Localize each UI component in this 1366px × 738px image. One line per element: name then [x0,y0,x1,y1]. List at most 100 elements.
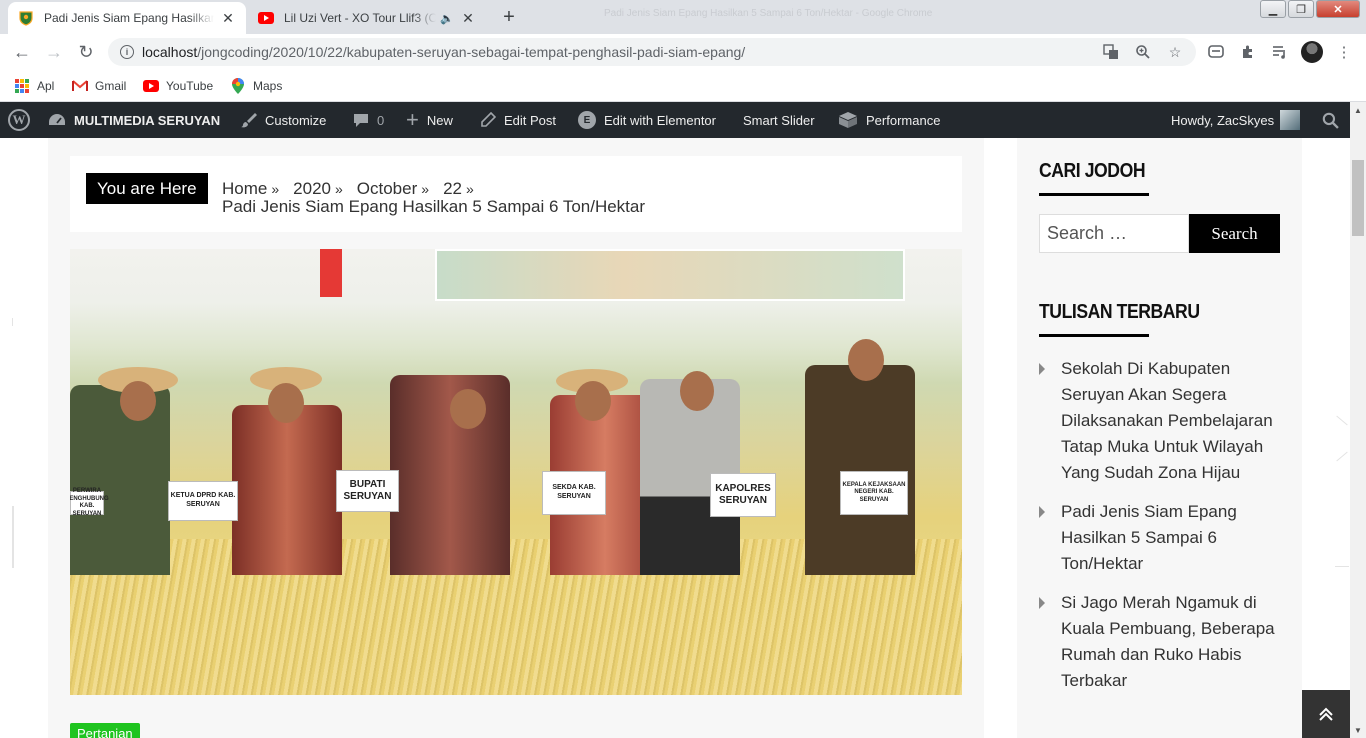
performance-label: Performance [866,112,941,128]
breadcrumb: You are Here Home» 2020» October» 22» Padi … [70,156,962,232]
zoom-icon[interactable] [1134,43,1152,61]
double-chevron-icon: » [421,181,430,197]
bookmark-youtube[interactable]: YouTube [143,76,213,96]
person-head [575,381,611,421]
kebab-menu-icon[interactable]: ⋮ [1334,42,1354,62]
person-batik-1 [232,405,342,575]
page-scrollbar[interactable]: ▲ ▼ [1350,102,1366,738]
my-account-menu[interactable]: Howdy, ZacSkyes [1171,102,1301,138]
window-title: Padi Jenis Siam Epang Hasilkan 5 Sampai … [604,8,933,19]
breadcrumb-month[interactable]: October» [357,179,429,198]
new-content-menu[interactable]: + New [406,102,453,138]
tab-inactive[interactable]: Lil Uzi Vert - XO Tour Llif3 (Official M… [248,2,486,34]
info-icon[interactable]: i [120,45,134,59]
caret-right-icon [1039,597,1045,609]
wordpress-icon: W [8,109,30,131]
media-queue-icon[interactable] [1270,42,1290,62]
bookmark-gmail[interactable]: Gmail [72,76,126,96]
maps-pin-icon [230,78,246,94]
person-prosecutor [805,365,915,575]
back-to-top-button[interactable] [1302,690,1350,738]
youtube-icon [143,78,159,94]
comment-bubble-icon [353,112,369,128]
bookmark-apps[interactable]: Apl [14,76,54,96]
post-link[interactable]: Sekolah Di Kabupaten Seruyan Akan Segera… [1061,359,1273,482]
puzzle-icon[interactable] [1238,42,1258,62]
new-tab-button[interactable]: + [495,5,523,29]
star-icon[interactable]: ☆ [1166,43,1184,61]
howdy-label: Howdy, ZacSkyes [1171,112,1275,128]
breadcrumb-label: You are Here [86,173,208,204]
maximize-button[interactable]: ❐ [1288,0,1314,18]
performance-menu[interactable]: Performance [838,102,940,138]
double-chevron-icon: » [334,181,343,197]
breadcrumb-home[interactable]: Home» [222,179,279,198]
wp-logo-menu[interactable]: W [8,102,30,138]
scroll-thumb[interactable] [1352,160,1364,236]
minimize-button[interactable]: ▁ [1260,0,1286,18]
breadcrumb-home-text: Home [222,179,268,198]
bookmarks-bar: Apl Gmail YouTube Maps [0,70,1366,102]
url-path: /jongcoding/2020/10/22/kabupaten-seruyan… [197,44,746,60]
person-head [848,339,884,381]
person-head [120,381,156,421]
forward-icon[interactable]: → [42,40,66,64]
red-flag [320,249,342,297]
search-input[interactable]: Search … [1039,214,1189,253]
list-item[interactable]: Si Jago Merah Ngamuk di Kuala Pembuang, … [1039,590,1289,694]
list-item[interactable]: Padi Jenis Siam Epang Hasilkan 5 Sampai … [1039,499,1289,577]
extension-chat-icon[interactable] [1206,42,1226,62]
double-chevron-up-icon [1319,707,1333,721]
breadcrumb-day[interactable]: 22» [443,179,474,198]
close-window-button[interactable]: ✕ [1316,0,1360,18]
comments-menu[interactable]: 0 [353,102,384,138]
smart-slider-menu[interactable]: Smart Slider [743,102,815,138]
double-chevron-icon: » [271,181,280,197]
post-link[interactable]: Padi Jenis Siam Epang Hasilkan 5 Sampai … [1061,502,1237,573]
breadcrumb-year-text: 2020 [293,179,331,198]
bookmark-maps[interactable]: Maps [230,76,282,96]
dashboard-gauge-icon [48,112,66,128]
site-name-menu[interactable]: MULTIMEDIA SERUYAN [48,102,220,138]
breadcrumb-year[interactable]: 2020» [293,179,343,198]
translate-icon[interactable] [1102,43,1120,61]
paintbrush-icon [241,112,257,128]
page-viewport: You are Here Home» 2020» October» 22» Padi … [0,138,1350,738]
back-icon[interactable]: ← [10,40,34,64]
site-name: MULTIMEDIA SERUYAN [74,112,221,128]
gmail-icon [72,78,88,94]
list-item[interactable]: Sekolah Di Kabupaten Seruyan Akan Segera… [1039,356,1289,486]
search-button[interactable]: Search [1189,214,1280,253]
window-controls: ▁ ❐ ✕ [1258,0,1360,20]
tab-active[interactable]: Padi Jenis Siam Epang Hasilkan 5 Sampai … [8,2,246,34]
edit-post-menu[interactable]: Edit Post [480,102,556,138]
pencil-icon [480,112,496,128]
divider [12,506,14,568]
reload-icon[interactable]: ↻ [74,40,98,64]
double-chevron-icon: » [465,181,474,197]
name-sign: KETUA DPRD KAB. SERUYAN [168,481,238,521]
shield-crest-icon [18,10,34,26]
close-icon[interactable]: ✕ [460,10,476,26]
admin-search-icon[interactable] [1322,102,1339,138]
profile-avatar[interactable] [1301,41,1323,63]
address-bar[interactable]: i localhost/jongcoding/2020/10/22/kabupa… [108,38,1196,66]
name-sign: SEKDA KAB. SERUYAN [542,471,606,515]
performance-box-icon [838,111,858,129]
category-badge[interactable]: Pertanian [70,723,140,738]
widget-title-underline [1039,193,1149,196]
edit-elementor-menu[interactable]: E Edit with Elementor [578,102,716,138]
customize-menu[interactable]: Customize [241,102,326,138]
person-army [70,385,170,575]
close-icon[interactable]: ✕ [220,10,236,26]
caret-right-icon [1039,363,1045,375]
comments-count: 0 [377,112,385,128]
caret-right-icon [1039,506,1045,518]
search-widget-title: CARI JODOH [1039,160,1146,182]
wp-admin-bar: W MULTIMEDIA SERUYAN Customize 0 + New E… [0,102,1350,138]
speaker-icon[interactable]: 🔈 [440,12,454,25]
scroll-up-arrow-icon[interactable]: ▲ [1350,102,1366,118]
scroll-down-arrow-icon[interactable]: ▼ [1350,722,1366,738]
post-link[interactable]: Si Jago Merah Ngamuk di Kuala Pembuang, … [1061,593,1275,690]
smart-slider-label: Smart Slider [743,112,815,128]
